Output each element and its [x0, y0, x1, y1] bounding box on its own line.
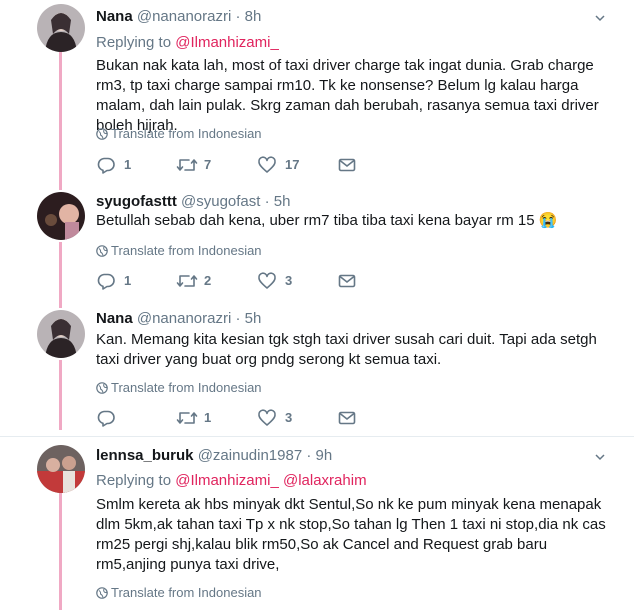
- heart-icon: [258, 272, 276, 289]
- globe-icon: [96, 587, 108, 599]
- retweet-count: 2: [204, 273, 212, 288]
- timestamp[interactable]: · 5h: [265, 193, 291, 210]
- replying-to: Replying to @Ilmanhizami_ @lalaxrahim: [96, 472, 367, 489]
- envelope-icon: [338, 158, 356, 172]
- timestamp[interactable]: · 9h: [306, 447, 332, 464]
- avatar[interactable]: [37, 192, 85, 240]
- envelope-icon: [338, 411, 356, 425]
- handle[interactable]: @nananorazri: [137, 310, 231, 327]
- chevron-down-icon[interactable]: [594, 451, 606, 463]
- reply-icon: [97, 410, 115, 427]
- reply-icon: [97, 157, 115, 174]
- translate-label[interactable]: Translate from Indonesian: [111, 243, 262, 258]
- heart-icon: [258, 156, 276, 173]
- globe-icon: [96, 245, 108, 257]
- translate-link[interactable]: Translate from Indonesian: [96, 243, 262, 258]
- reply-icon: [97, 273, 115, 290]
- translate-link[interactable]: Translate from Indonesian: [96, 585, 262, 600]
- reply-count: 1: [124, 273, 132, 288]
- retweet-icon: [176, 159, 198, 171]
- globe-icon: [96, 128, 108, 140]
- translate-label[interactable]: Translate from Indonesian: [111, 126, 262, 141]
- heart-icon: [258, 409, 276, 426]
- tweet-header: syugofasttt @syugofast · 5h: [96, 193, 290, 210]
- mention-link[interactable]: @Ilmanhizami_: [175, 472, 279, 489]
- display-name[interactable]: lennsa_buruk: [96, 447, 194, 464]
- avatar[interactable]: [37, 4, 85, 52]
- tweet-text: Kan. Memang kita kesian tgk stgh taxi dr…: [96, 331, 597, 368]
- handle[interactable]: @nananorazri: [137, 8, 231, 25]
- tweet-text: Smlm kereta ak hbs minyak dkt Sentul,So …: [96, 496, 606, 573]
- tweet-text: Betullah sebab dah kena, uber rm7 tiba t…: [96, 212, 558, 229]
- mention-link[interactable]: @Ilmanhizami_: [175, 34, 279, 51]
- retweet-count: 7: [204, 157, 212, 172]
- tweet-text: Bukan nak kata lah, most of taxi driver …: [96, 57, 599, 134]
- tweet[interactable]: Nana @nananorazri · 8h Replying to @Ilma…: [0, 0, 634, 190]
- translate-link[interactable]: Translate from Indonesian: [96, 126, 262, 141]
- globe-icon: [96, 382, 108, 394]
- timestamp[interactable]: · 8h: [235, 8, 261, 25]
- retweet-icon: [176, 412, 198, 424]
- envelope-icon: [338, 274, 356, 288]
- display-name[interactable]: Nana: [96, 310, 133, 327]
- display-name[interactable]: syugofasttt: [96, 193, 177, 210]
- retweet-icon: [176, 275, 198, 287]
- tweet-header: Nana @nananorazri · 8h: [96, 8, 261, 25]
- translate-label[interactable]: Translate from Indonesian: [111, 380, 262, 395]
- tweet[interactable]: Nana @nananorazri · 5h Kan. Memang kita …: [0, 308, 634, 435]
- handle[interactable]: @zainudin1987: [198, 447, 302, 464]
- display-name[interactable]: Nana: [96, 8, 133, 25]
- translate-link[interactable]: Translate from Indonesian: [96, 380, 262, 395]
- reply-count: 1: [124, 157, 132, 172]
- like-count: 3: [285, 410, 293, 425]
- tweet[interactable]: lennsa_buruk @zainudin1987 · 9h Replying…: [0, 437, 634, 610]
- handle[interactable]: @syugofast: [181, 193, 260, 210]
- retweet-count: 1: [204, 410, 212, 425]
- tweet[interactable]: syugofasttt @syugofast · 5h Betullah seb…: [0, 190, 634, 308]
- replying-to-label: Replying to: [96, 472, 172, 489]
- like-count: 17: [285, 157, 300, 172]
- replying-to: Replying to @Ilmanhizami_: [96, 34, 279, 51]
- mention-link[interactable]: @lalaxrahim: [283, 472, 367, 489]
- translate-label[interactable]: Translate from Indonesian: [111, 585, 262, 600]
- avatar[interactable]: [37, 310, 85, 358]
- tweet-header: lennsa_buruk @zainudin1987 · 9h: [96, 447, 332, 464]
- avatar[interactable]: [37, 445, 85, 493]
- replying-to-label: Replying to: [96, 34, 172, 51]
- like-count: 3: [285, 273, 293, 288]
- timestamp[interactable]: · 5h: [235, 310, 261, 327]
- chevron-down-icon[interactable]: [594, 12, 606, 24]
- tweet-header: Nana @nananorazri · 5h: [96, 310, 261, 327]
